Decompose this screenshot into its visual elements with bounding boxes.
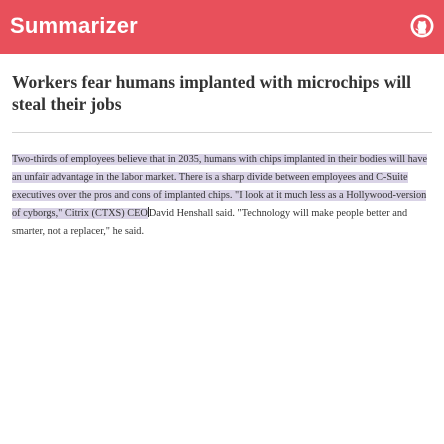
article-headline: Workers fear humans implanted with micro…	[12, 72, 411, 114]
app-title: Summarizer	[10, 13, 138, 38]
article-body[interactable]: Two-thirds of employees believe that in …	[12, 151, 436, 241]
github-icon[interactable]	[409, 13, 435, 39]
app-header: Summarizer	[0, 0, 444, 54]
divider	[12, 132, 432, 133]
